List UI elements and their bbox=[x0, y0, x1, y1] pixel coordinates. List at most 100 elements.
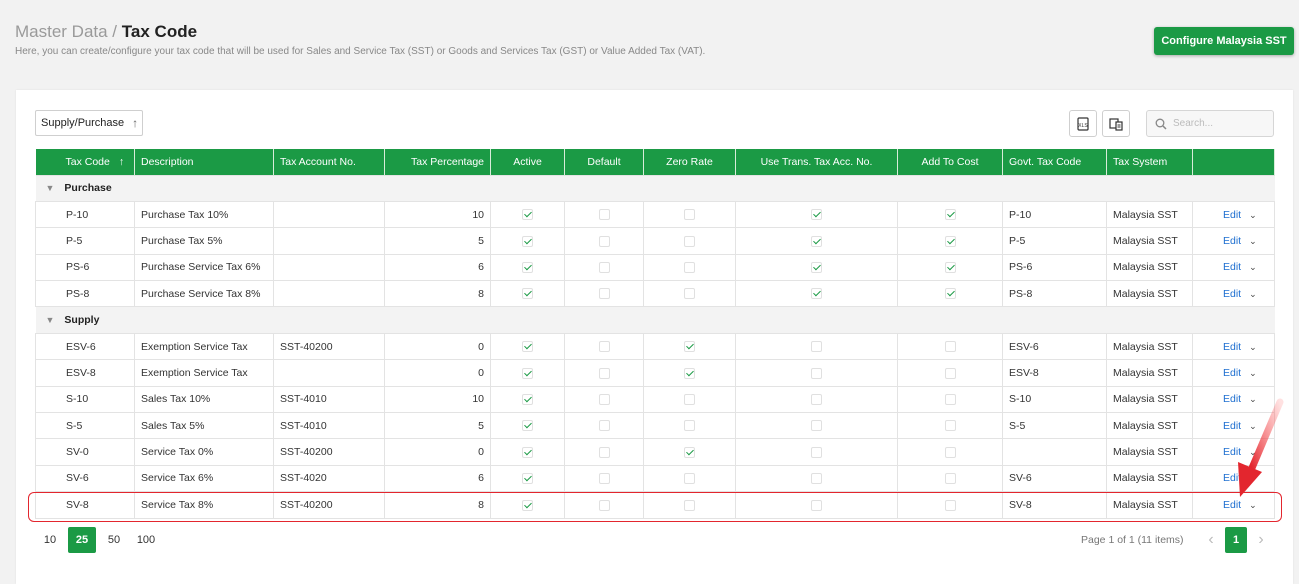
table-row[interactable]: SV-8 Service Tax 8% SST-40200 8 SV-8 Malaysia… bbox=[35, 491, 1275, 519]
chevron-down-icon[interactable]: ⌄ bbox=[1249, 473, 1257, 484]
add-to-cost-checkbox[interactable] bbox=[944, 446, 956, 458]
chevron-down-icon[interactable]: ⌄ bbox=[1249, 394, 1257, 405]
col-header-tax-code[interactable]: Tax Code ↑ bbox=[35, 149, 135, 175]
active-checkbox[interactable] bbox=[522, 262, 533, 274]
group-row[interactable]: ▼ Supply bbox=[35, 306, 1275, 334]
edit-link[interactable]: Edit bbox=[1223, 420, 1241, 432]
col-header-tax-account[interactable]: Tax Account No. bbox=[273, 149, 385, 175]
use-trans-tax-checkbox[interactable] bbox=[811, 446, 822, 458]
column-chooser-button[interactable] bbox=[1102, 110, 1130, 137]
collapse-icon[interactable]: ▼ bbox=[46, 183, 55, 193]
zero-rate-checkbox[interactable] bbox=[684, 209, 695, 221]
use-trans-tax-checkbox[interactable] bbox=[811, 499, 822, 511]
table-row[interactable]: S-5 Sales Tax 5% SST-4010 5 S-5 Malaysia SST E… bbox=[35, 412, 1275, 440]
col-header-default[interactable]: Default bbox=[564, 149, 644, 175]
page-size-option[interactable]: 10 bbox=[36, 527, 64, 553]
table-row[interactable]: ESV-8 Exemption Service Tax 0 ESV-8 Malaysia… bbox=[35, 359, 1275, 387]
default-checkbox[interactable] bbox=[598, 473, 610, 485]
edit-link[interactable]: Edit bbox=[1223, 235, 1241, 247]
add-to-cost-checkbox[interactable] bbox=[944, 209, 956, 221]
page-size-option[interactable]: 100 bbox=[132, 527, 160, 553]
col-header-description[interactable]: Description bbox=[134, 149, 274, 175]
add-to-cost-checkbox[interactable] bbox=[944, 473, 956, 485]
zero-rate-checkbox[interactable] bbox=[684, 341, 695, 353]
default-checkbox[interactable] bbox=[598, 288, 610, 300]
add-to-cost-checkbox[interactable] bbox=[944, 367, 956, 379]
edit-link[interactable]: Edit bbox=[1223, 209, 1241, 221]
zero-rate-checkbox[interactable] bbox=[684, 262, 695, 274]
edit-link[interactable]: Edit bbox=[1223, 393, 1241, 405]
zero-rate-checkbox[interactable] bbox=[684, 473, 695, 485]
use-trans-tax-checkbox[interactable] bbox=[811, 420, 822, 432]
chevron-down-icon[interactable]: ⌄ bbox=[1249, 421, 1257, 432]
next-page-icon[interactable]: › bbox=[1251, 531, 1271, 549]
edit-link[interactable]: Edit bbox=[1223, 288, 1241, 300]
zero-rate-checkbox[interactable] bbox=[684, 394, 695, 406]
chevron-down-icon[interactable]: ⌄ bbox=[1249, 289, 1257, 300]
add-to-cost-checkbox[interactable] bbox=[944, 262, 956, 274]
active-checkbox[interactable] bbox=[522, 420, 533, 432]
active-checkbox[interactable] bbox=[522, 473, 533, 485]
chevron-down-icon[interactable]: ⌄ bbox=[1249, 500, 1257, 511]
page-size-option[interactable]: 50 bbox=[100, 527, 128, 553]
table-row[interactable]: PS-8 Purchase Service Tax 8% 8 PS-8 Malaysia… bbox=[35, 280, 1275, 308]
group-by-chip[interactable]: Supply/Purchase ↑ bbox=[35, 110, 143, 136]
add-to-cost-checkbox[interactable] bbox=[944, 235, 956, 247]
prev-page-icon[interactable]: ‹ bbox=[1201, 531, 1221, 549]
table-row[interactable]: P-5 Purchase Tax 5% 5 P-5 Malaysia SST Edit ⌄ bbox=[35, 227, 1275, 255]
page-size-option[interactable]: 25 bbox=[68, 527, 96, 553]
col-header-use-trans-tax[interactable]: Use Trans. Tax Acc. No. bbox=[735, 149, 898, 175]
edit-link[interactable]: Edit bbox=[1223, 499, 1241, 511]
default-checkbox[interactable] bbox=[598, 235, 610, 247]
table-row[interactable]: PS-6 Purchase Service Tax 6% 6 PS-6 Malaysia… bbox=[35, 253, 1275, 282]
chevron-down-icon[interactable]: ⌄ bbox=[1249, 236, 1257, 247]
active-checkbox[interactable] bbox=[522, 235, 533, 247]
zero-rate-checkbox[interactable] bbox=[684, 499, 695, 511]
chevron-down-icon[interactable]: ⌄ bbox=[1249, 210, 1257, 221]
edit-link[interactable]: Edit bbox=[1223, 472, 1241, 484]
edit-link[interactable]: Edit bbox=[1223, 367, 1241, 379]
col-header-add-to-cost[interactable]: Add To Cost bbox=[897, 149, 1003, 175]
active-checkbox[interactable] bbox=[522, 341, 533, 353]
active-checkbox[interactable] bbox=[522, 288, 533, 300]
default-checkbox[interactable] bbox=[598, 394, 610, 406]
chevron-down-icon[interactable]: ⌄ bbox=[1249, 368, 1257, 379]
default-checkbox[interactable] bbox=[598, 367, 610, 379]
zero-rate-checkbox[interactable] bbox=[684, 367, 695, 379]
search-input[interactable] bbox=[1173, 118, 1263, 129]
table-row[interactable]: ESV-6 Exemption Service Tax SST-40200 0 ESV-… bbox=[35, 332, 1275, 361]
use-trans-tax-checkbox[interactable] bbox=[811, 341, 822, 353]
chevron-down-icon[interactable]: ⌄ bbox=[1249, 342, 1257, 353]
use-trans-tax-checkbox[interactable] bbox=[811, 473, 822, 485]
default-checkbox[interactable] bbox=[598, 446, 610, 458]
zero-rate-checkbox[interactable] bbox=[684, 420, 695, 432]
zero-rate-checkbox[interactable] bbox=[684, 446, 695, 458]
use-trans-tax-checkbox[interactable] bbox=[811, 209, 822, 221]
active-checkbox[interactable] bbox=[522, 499, 533, 511]
use-trans-tax-checkbox[interactable] bbox=[811, 262, 822, 274]
zero-rate-checkbox[interactable] bbox=[684, 235, 695, 247]
edit-link[interactable]: Edit bbox=[1223, 341, 1241, 353]
col-header-tax-system[interactable]: Tax System bbox=[1106, 149, 1193, 175]
table-row[interactable]: S-10 Sales Tax 10% SST-4010 10 S-10 Malaysia … bbox=[35, 385, 1275, 414]
active-checkbox[interactable] bbox=[522, 209, 533, 221]
table-row[interactable]: SV-0 Service Tax 0% SST-40200 0 Malaysia SST… bbox=[35, 438, 1275, 466]
table-row[interactable]: P-10 Purchase Tax 10% 10 P-10 Malaysia SST Ed… bbox=[35, 200, 1275, 229]
col-header-tax-percentage[interactable]: Tax Percentage bbox=[384, 149, 491, 175]
edit-link[interactable]: Edit bbox=[1223, 446, 1241, 458]
chevron-down-icon[interactable]: ⌄ bbox=[1249, 262, 1257, 273]
breadcrumb-parent[interactable]: Master Data / bbox=[15, 22, 117, 41]
add-to-cost-checkbox[interactable] bbox=[944, 420, 956, 432]
add-to-cost-checkbox[interactable] bbox=[944, 341, 956, 353]
add-to-cost-checkbox[interactable] bbox=[944, 394, 956, 406]
zero-rate-checkbox[interactable] bbox=[684, 288, 695, 300]
default-checkbox[interactable] bbox=[598, 341, 610, 353]
col-header-zero-rate[interactable]: Zero Rate bbox=[643, 149, 736, 175]
use-trans-tax-checkbox[interactable] bbox=[811, 235, 822, 247]
table-row[interactable]: SV-6 Service Tax 6% SST-4020 6 SV-6 Malaysia … bbox=[35, 464, 1275, 493]
active-checkbox[interactable] bbox=[522, 367, 533, 379]
add-to-cost-checkbox[interactable] bbox=[944, 499, 956, 511]
add-to-cost-checkbox[interactable] bbox=[944, 288, 956, 300]
chevron-down-icon[interactable]: ⌄ bbox=[1249, 447, 1257, 458]
default-checkbox[interactable] bbox=[598, 420, 610, 432]
